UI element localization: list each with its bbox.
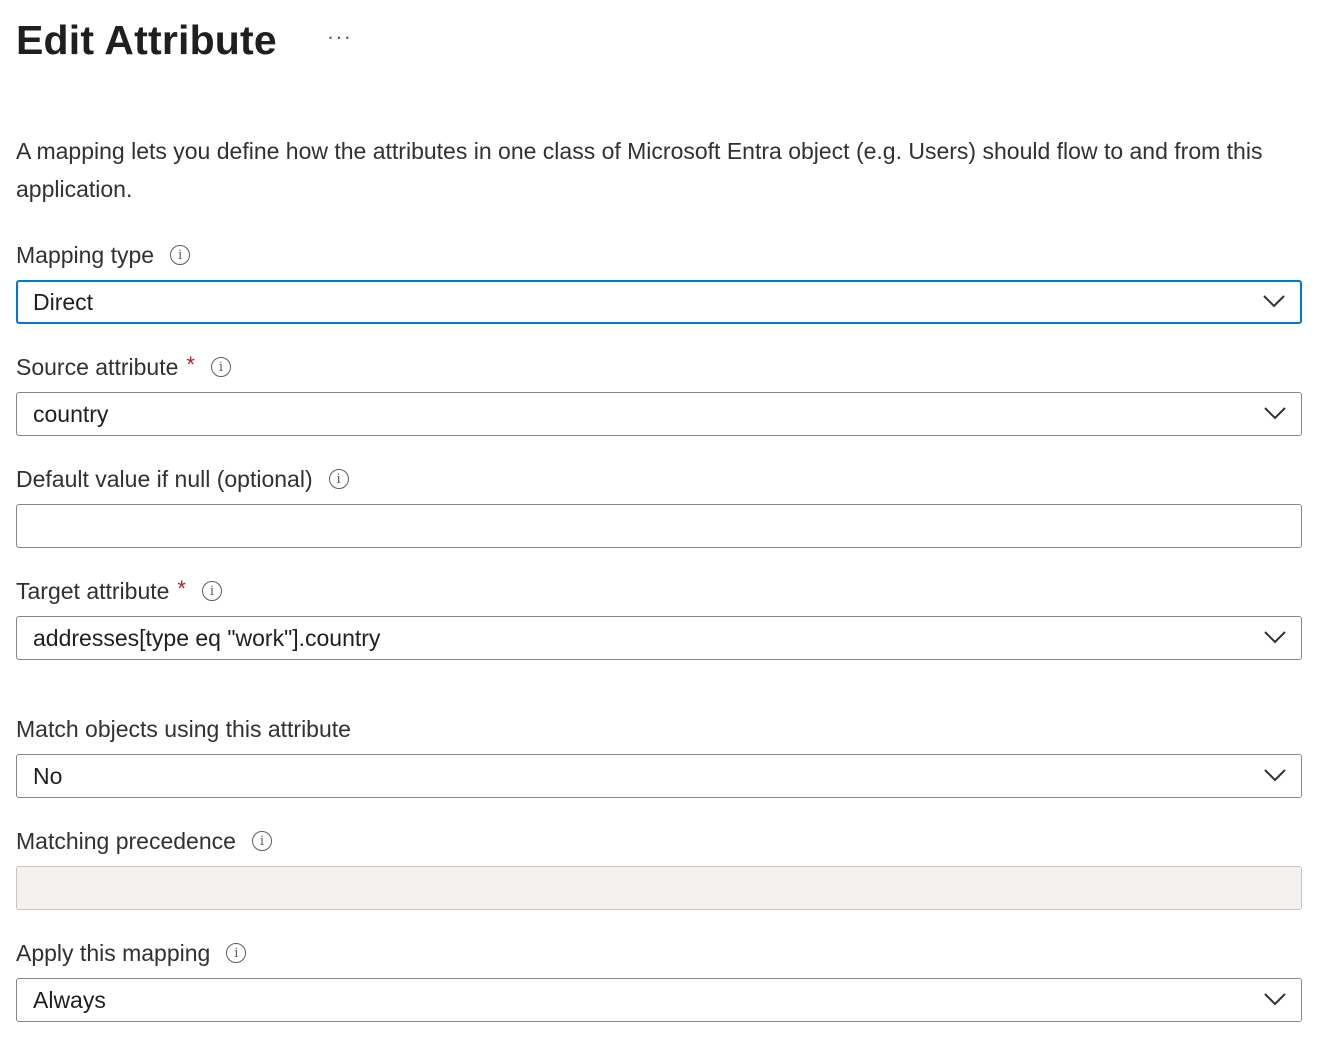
mapping-type-label: Mapping type bbox=[16, 241, 155, 268]
required-marker: * bbox=[186, 352, 195, 377]
panel-header: Edit Attribute ··· bbox=[16, 14, 358, 66]
source-attribute-field: Source attribute * i country bbox=[16, 352, 1302, 436]
info-icon[interactable]: i bbox=[328, 469, 349, 489]
mapping-type-dropdown[interactable]: Direct bbox=[16, 280, 1302, 324]
info-icon[interactable]: i bbox=[251, 831, 272, 851]
default-value-field: Default value if null (optional) i bbox=[16, 464, 1302, 548]
mapping-type-label-row: Mapping type i bbox=[16, 240, 1302, 270]
matching-precedence-input bbox=[16, 866, 1302, 910]
match-objects-label: Match objects using this attribute bbox=[16, 715, 351, 742]
chevron-down-icon bbox=[1264, 631, 1286, 644]
match-objects-dropdown[interactable]: No bbox=[16, 754, 1302, 798]
matching-precedence-label: Matching precedence bbox=[16, 827, 236, 854]
match-objects-label-row: Match objects using this attribute bbox=[16, 714, 1302, 744]
matching-precedence-label-row: Matching precedence i bbox=[16, 826, 1302, 856]
source-attribute-label-row: Source attribute * i bbox=[16, 352, 1302, 382]
apply-mapping-dropdown[interactable]: Always bbox=[16, 978, 1302, 1022]
target-attribute-dropdown[interactable]: addresses[type eq "work"].country bbox=[16, 616, 1302, 660]
page-title: Edit Attribute bbox=[16, 17, 277, 63]
apply-mapping-value: Always bbox=[33, 986, 106, 1013]
match-objects-value: No bbox=[33, 762, 63, 789]
chevron-down-icon bbox=[1264, 993, 1286, 1006]
info-icon[interactable]: i bbox=[170, 245, 191, 265]
info-icon[interactable]: i bbox=[226, 943, 247, 963]
description-text: A mapping lets you define how the attrib… bbox=[16, 138, 1263, 202]
chevron-down-icon bbox=[1264, 407, 1286, 420]
default-value-label: Default value if null (optional) bbox=[16, 465, 313, 492]
info-icon[interactable]: i bbox=[210, 357, 231, 377]
default-value-input[interactable] bbox=[33, 505, 1301, 547]
required-marker: * bbox=[177, 576, 186, 601]
match-objects-field: Match objects using this attribute No bbox=[16, 714, 1302, 798]
chevron-down-icon bbox=[1264, 769, 1286, 782]
source-attribute-value: country bbox=[33, 400, 109, 427]
target-attribute-field: Target attribute * i addresses[type eq "… bbox=[16, 576, 1302, 660]
target-attribute-label-row: Target attribute * i bbox=[16, 576, 1302, 606]
apply-mapping-field: Apply this mapping i Always bbox=[16, 938, 1302, 1022]
source-attribute-dropdown[interactable]: country bbox=[16, 392, 1302, 436]
default-value-label-row: Default value if null (optional) i bbox=[16, 464, 1302, 494]
matching-precedence-field: Matching precedence i bbox=[16, 826, 1302, 910]
default-value-input-wrapper bbox=[16, 504, 1302, 548]
mapping-type-field: Mapping type i Direct bbox=[16, 240, 1302, 324]
info-icon[interactable]: i bbox=[201, 581, 222, 601]
source-attribute-label: Source attribute bbox=[16, 353, 179, 380]
chevron-down-icon bbox=[1263, 295, 1285, 308]
apply-mapping-label-row: Apply this mapping i bbox=[16, 938, 1302, 968]
target-attribute-value: addresses[type eq "work"].country bbox=[33, 624, 381, 651]
apply-mapping-label: Apply this mapping bbox=[16, 939, 211, 966]
mapping-type-value: Direct bbox=[33, 288, 94, 315]
more-options-button[interactable]: ··· bbox=[321, 22, 358, 52]
target-attribute-label: Target attribute bbox=[16, 577, 170, 604]
